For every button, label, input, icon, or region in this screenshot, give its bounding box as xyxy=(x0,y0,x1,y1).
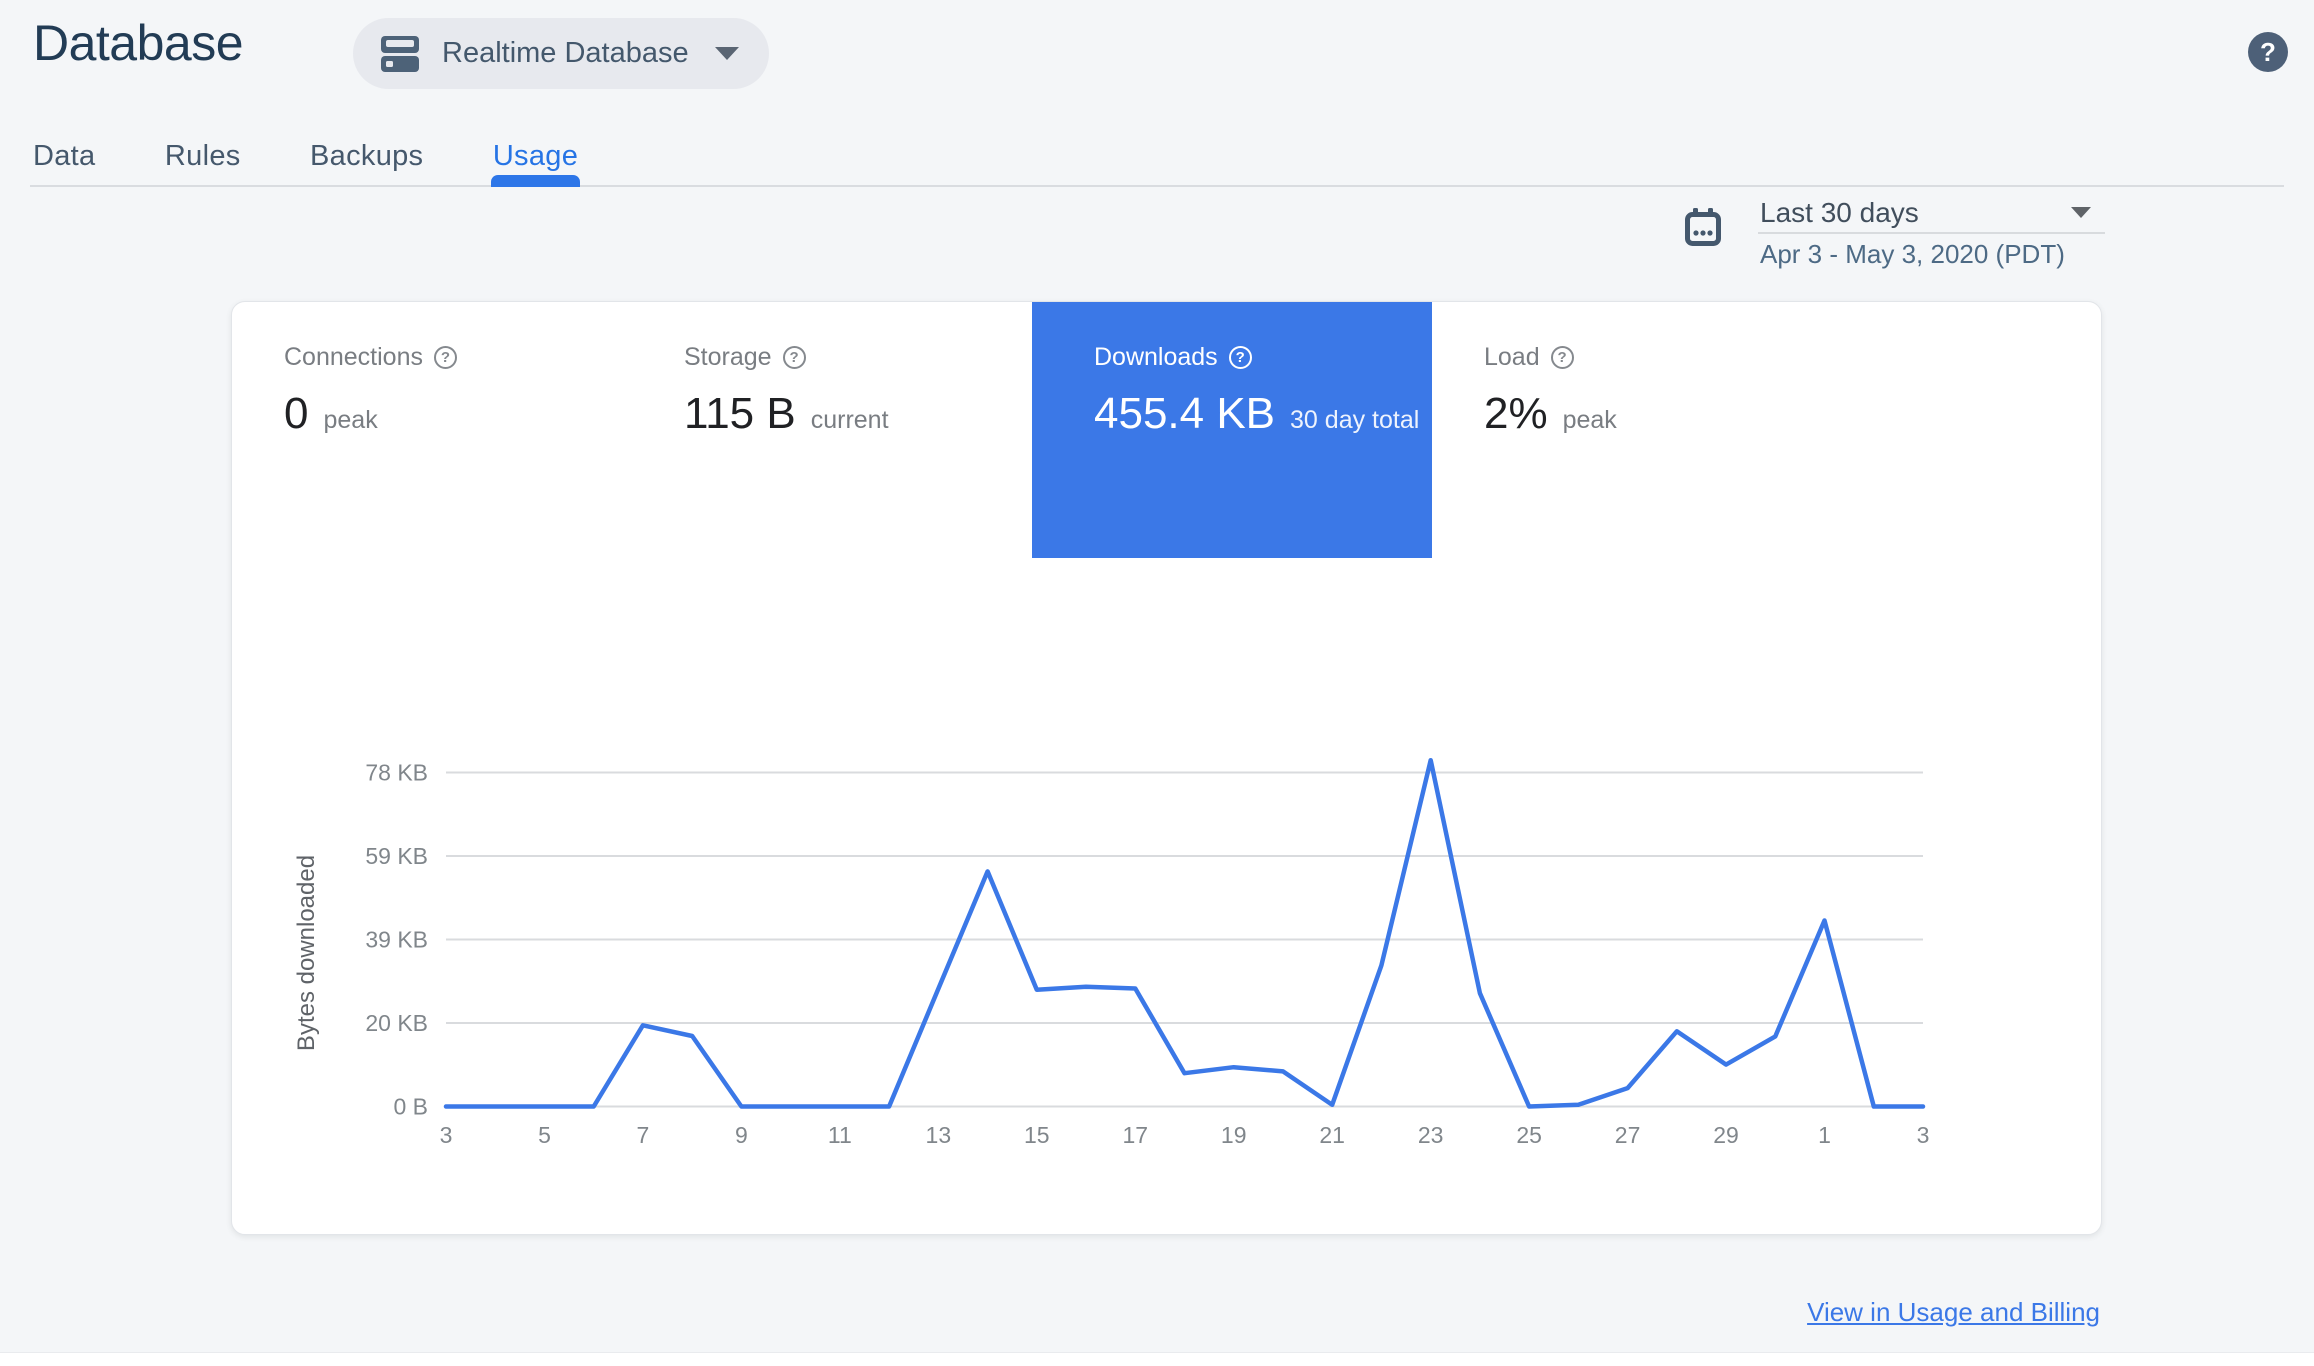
tab-backups[interactable]: Backups xyxy=(310,131,423,185)
metric-unit: peak xyxy=(323,406,378,434)
database-selector-label: Realtime Database xyxy=(442,37,689,69)
metric-tile-connections[interactable]: Connections 0 peak xyxy=(232,302,632,558)
metric-value: 0 xyxy=(284,389,309,438)
metric-value: 2% xyxy=(1484,389,1548,438)
svg-text:Bytes downloaded: Bytes downloaded xyxy=(293,855,320,1051)
svg-text:59 KB: 59 KB xyxy=(365,843,428,869)
metric-unit: current xyxy=(810,406,889,434)
help-icon[interactable]: ? xyxy=(2248,32,2288,72)
svg-text:7: 7 xyxy=(637,1122,650,1148)
svg-text:17: 17 xyxy=(1122,1122,1148,1148)
svg-text:19: 19 xyxy=(1221,1122,1247,1148)
metric-unit: 30 day total xyxy=(1290,406,1420,434)
help-circle-icon[interactable] xyxy=(433,346,457,369)
date-range-detail: Apr 3 - May 3, 2020 (PDT) xyxy=(1760,239,2065,269)
tab-backups-label: Backups xyxy=(310,140,424,172)
database-type-selector[interactable]: Realtime Database xyxy=(353,18,769,89)
metric-label: Connections xyxy=(284,343,423,371)
svg-text:13: 13 xyxy=(926,1122,952,1148)
metric-value: 455.4 KB xyxy=(1094,389,1276,438)
page-title: Database xyxy=(33,15,244,71)
svg-text:15: 15 xyxy=(1024,1122,1050,1148)
tab-rules[interactable]: Rules xyxy=(165,131,241,185)
svg-text:1: 1 xyxy=(1818,1122,1831,1148)
calendar-icon xyxy=(1685,208,1721,246)
tab-bar: Data Rules Backups Usage xyxy=(30,131,2284,187)
svg-text:23: 23 xyxy=(1418,1122,1444,1148)
tab-data-label: Data xyxy=(33,140,96,172)
metric-tile-load[interactable]: Load 2% peak xyxy=(1432,302,1832,558)
metric-tile-storage[interactable]: Storage 115 B current xyxy=(632,302,1032,558)
usage-card: 0 B 20 KB 39 KB 59 KB 78 KB 3 5 7 9 11 13 15 17 19 21 2… xyxy=(231,301,2102,1235)
metric-tile-downloads[interactable]: Downloads 455.4 KB 30 day total xyxy=(1032,302,1432,558)
tab-data[interactable]: Data xyxy=(33,131,95,185)
database-icon xyxy=(381,35,419,72)
date-range-divider xyxy=(1758,232,2105,234)
chevron-down-icon xyxy=(714,47,739,60)
svg-text:29: 29 xyxy=(1713,1122,1739,1148)
svg-text:25: 25 xyxy=(1516,1122,1542,1148)
tab-rules-label: Rules xyxy=(164,140,241,172)
metric-label: Storage xyxy=(684,343,772,371)
view-usage-billing-link[interactable]: View in Usage and Billing xyxy=(1807,1297,2100,1328)
svg-text:78 KB: 78 KB xyxy=(365,760,428,786)
svg-text:27: 27 xyxy=(1615,1122,1641,1148)
metric-tiles: Connections 0 peak Storage 115 B current… xyxy=(232,302,1832,558)
metric-value: 115 B xyxy=(684,389,796,438)
svg-text:3: 3 xyxy=(1917,1122,1930,1148)
svg-text:9: 9 xyxy=(735,1122,748,1148)
help-circle-icon[interactable] xyxy=(1550,346,1574,369)
tab-usage[interactable]: Usage xyxy=(490,131,581,187)
metric-unit: peak xyxy=(1562,406,1617,434)
svg-text:5: 5 xyxy=(538,1122,551,1148)
svg-text:39 KB: 39 KB xyxy=(365,927,428,953)
svg-text:20 KB: 20 KB xyxy=(365,1010,428,1036)
svg-text:21: 21 xyxy=(1319,1122,1345,1148)
active-tab-indicator xyxy=(490,175,581,187)
svg-text:3: 3 xyxy=(440,1122,453,1148)
date-range-preset: Last 30 days xyxy=(1760,197,1919,228)
svg-text:0 B: 0 B xyxy=(393,1094,428,1120)
help-circle-icon[interactable] xyxy=(782,346,806,369)
metric-label: Load xyxy=(1484,343,1540,371)
help-circle-icon[interactable] xyxy=(1228,346,1252,369)
metric-label: Downloads xyxy=(1094,343,1218,371)
tab-usage-label: Usage xyxy=(492,140,579,172)
svg-text:11: 11 xyxy=(828,1122,852,1148)
bottom-strip xyxy=(0,1352,2314,1366)
chevron-down-icon xyxy=(2071,207,2091,218)
